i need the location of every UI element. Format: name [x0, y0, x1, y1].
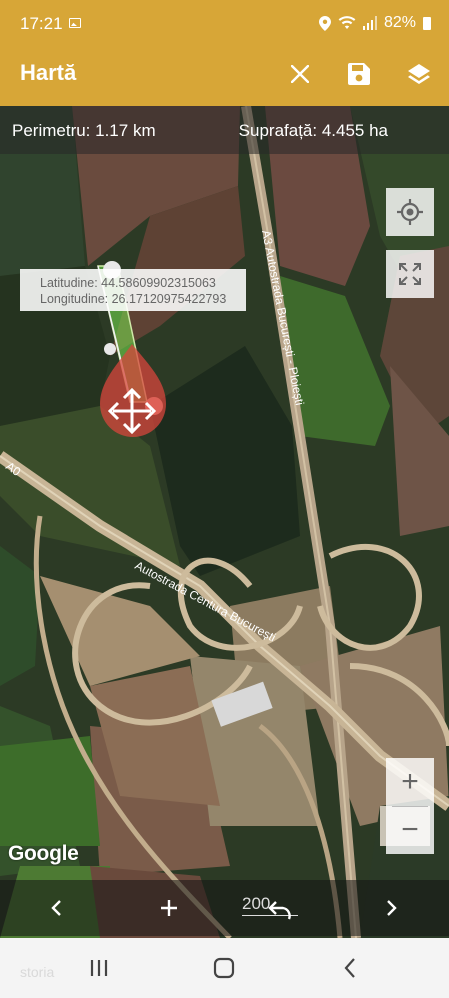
- latitude-text: Latitudine: 44.58609902315063: [40, 276, 216, 290]
- app-bar: Hartă: [0, 42, 449, 106]
- back-icon: [344, 958, 355, 978]
- ghost-app-label: storia: [20, 964, 55, 980]
- undo-button[interactable]: [265, 894, 297, 926]
- status-bar: 17:21 82%: [0, 0, 449, 42]
- save-button[interactable]: [341, 56, 377, 92]
- previous-point-button[interactable]: [40, 892, 72, 924]
- status-time: 17:21: [20, 14, 63, 33]
- zoom-control: + −: [386, 758, 434, 854]
- home-button[interactable]: [209, 954, 239, 982]
- undo-icon: [268, 901, 291, 920]
- battery-percent: 82%: [383, 14, 416, 31]
- close-icon: [291, 65, 309, 83]
- recent-apps-button[interactable]: [84, 954, 114, 982]
- measure-bar: Perimetru: 1.17 km Suprafață: 4.455 ha: [0, 106, 449, 154]
- chevron-left-icon: [51, 900, 61, 916]
- battery-icon: [423, 16, 431, 30]
- my-location-button[interactable]: [386, 188, 434, 236]
- layers-icon: [408, 64, 430, 84]
- system-nav-bar: storia: [0, 938, 449, 998]
- wifi-icon: [338, 16, 356, 29]
- image-icon: [69, 18, 81, 28]
- my-location-icon: [397, 199, 423, 225]
- chevron-right-icon: [387, 900, 397, 916]
- recent-apps-icon: [90, 960, 108, 976]
- close-button[interactable]: [282, 56, 318, 92]
- signal-icon: [362, 16, 377, 30]
- zoom-in-button[interactable]: +: [386, 758, 434, 806]
- page-title: Hartă: [20, 60, 77, 85]
- edit-controls: 200: [0, 880, 449, 936]
- add-point-button[interactable]: [153, 892, 185, 924]
- satellite-map: A3 Autostrada București - Ploiești Autos…: [0, 106, 449, 938]
- zoom-out-button[interactable]: −: [386, 806, 434, 854]
- area-text: Suprafață: 4.455 ha: [238, 121, 388, 140]
- perimeter-text: Perimetru: 1.17 km: [12, 121, 156, 140]
- longitude-text: Longitudine: 26.17120975422793: [40, 292, 227, 306]
- home-icon: [213, 957, 235, 979]
- save-icon: [348, 63, 370, 85]
- location-icon: [318, 15, 331, 31]
- google-logo: Google: [8, 842, 79, 865]
- next-point-button[interactable]: [376, 892, 408, 924]
- layers-button[interactable]: [401, 56, 437, 92]
- status-right: 82%: [318, 14, 431, 32]
- plus-icon: [161, 900, 177, 916]
- fullscreen-button[interactable]: [386, 250, 434, 298]
- fullscreen-icon: [399, 263, 421, 285]
- back-button[interactable]: [335, 954, 365, 982]
- map-view[interactable]: A3 Autostrada București - Ploiești Autos…: [0, 106, 449, 938]
- coordinate-tooltip: Latitudine: 44.58609902315063 Longitudin…: [20, 269, 246, 311]
